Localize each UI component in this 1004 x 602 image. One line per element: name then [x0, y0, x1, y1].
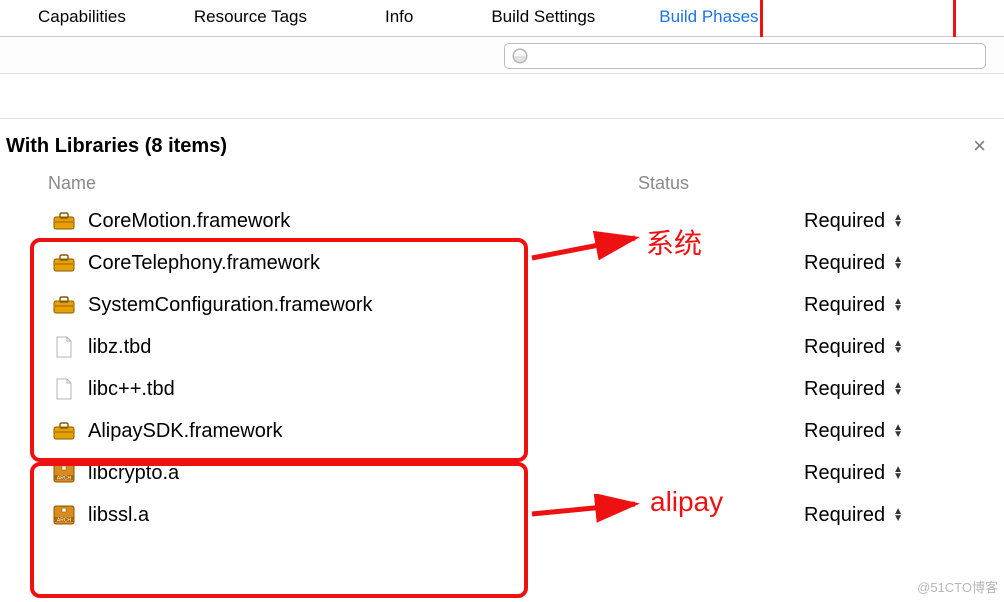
column-status: Status — [638, 173, 689, 194]
library-name: AlipaySDK.framework — [88, 420, 283, 443]
section-gap — [0, 74, 1004, 119]
file-icon — [52, 378, 76, 400]
status-value: Required — [804, 378, 885, 401]
stepper-icon[interactable]: ▲▼ — [893, 382, 903, 396]
section-title: With Libraries (8 items) — [6, 135, 227, 158]
svg-text:ARCH: ARCH — [57, 476, 72, 482]
table-row[interactable]: libc++.tbd Required ▲▼ — [0, 368, 1004, 410]
filter-input[interactable] — [504, 43, 986, 69]
stepper-icon[interactable]: ▲▼ — [893, 256, 903, 270]
watermark: @51CTO博客 — [917, 577, 998, 596]
tab-bar: Capabilities Resource Tags Info Build Se… — [0, 0, 1004, 37]
column-name: Name — [48, 173, 638, 194]
archive-icon: ARCH — [52, 463, 76, 483]
status-value: Required — [804, 210, 885, 233]
filter-icon — [511, 47, 529, 65]
stepper-icon[interactable]: ▲▼ — [893, 340, 903, 354]
status-value: Required — [804, 336, 885, 359]
status-value: Required — [804, 420, 885, 443]
section-header[interactable]: With Libraries (8 items) × — [0, 119, 1004, 173]
status-dropdown[interactable]: Required ▲▼ — [804, 378, 1004, 401]
filter-bar — [0, 37, 1004, 74]
status-dropdown[interactable]: Required ▲▼ — [804, 504, 1004, 527]
library-name: libssl.a — [88, 504, 149, 527]
svg-text:ARCH: ARCH — [57, 518, 72, 524]
library-name: libz.tbd — [88, 336, 151, 359]
stepper-icon[interactable]: ▲▼ — [893, 466, 903, 480]
tab-build-settings[interactable]: Build Settings — [461, 0, 625, 36]
table-row[interactable]: SystemConfiguration.framework Required ▲▼ — [0, 284, 1004, 326]
library-name: SystemConfiguration.framework — [88, 294, 373, 317]
stepper-icon[interactable]: ▲▼ — [893, 508, 903, 522]
table-row[interactable]: ARCH libcrypto.a Required ▲▼ — [0, 452, 1004, 494]
status-value: Required — [804, 504, 885, 527]
tab-capabilities[interactable]: Capabilities — [0, 0, 164, 36]
table-row[interactable]: AlipaySDK.framework Required ▲▼ — [0, 410, 1004, 452]
status-dropdown[interactable]: Required ▲▼ — [804, 336, 1004, 359]
status-dropdown[interactable]: Required ▲▼ — [804, 210, 1004, 233]
toolbox-icon — [52, 296, 76, 314]
status-value: Required — [804, 294, 885, 317]
list-header: Name Status — [0, 173, 1004, 200]
tab-build-phases[interactable]: Build Phases — [625, 0, 792, 36]
toolbox-icon — [52, 254, 76, 272]
file-icon — [52, 336, 76, 358]
library-name: CoreMotion.framework — [88, 210, 290, 233]
tab-info[interactable]: Info — [337, 0, 461, 36]
table-row[interactable]: libz.tbd Required ▲▼ — [0, 326, 1004, 368]
status-dropdown[interactable]: Required ▲▼ — [804, 420, 1004, 443]
status-dropdown[interactable]: Required ▲▼ — [804, 294, 1004, 317]
archive-icon: ARCH — [52, 505, 76, 525]
toolbox-icon — [52, 422, 76, 440]
libraries-list: CoreMotion.frameworkRequired▲▼CoreTeleph… — [0, 200, 1004, 536]
status-dropdown[interactable]: Required ▲▼ — [804, 462, 1004, 485]
stepper-icon[interactable]: ▲▼ — [893, 214, 903, 228]
toolbox-icon — [52, 212, 76, 230]
close-icon[interactable]: × — [973, 133, 986, 159]
status-dropdown[interactable]: Required ▲▼ — [804, 252, 1004, 275]
status-value: Required — [804, 252, 885, 275]
library-name: libcrypto.a — [88, 462, 179, 485]
tab-resource-tags[interactable]: Resource Tags — [164, 0, 337, 36]
status-value: Required — [804, 462, 885, 485]
table-row[interactable]: CoreTelephony.framework Required ▲▼ — [0, 242, 1004, 284]
stepper-icon[interactable]: ▲▼ — [893, 424, 903, 438]
table-row[interactable]: ARCH libssl.a Required ▲▼ — [0, 494, 1004, 536]
stepper-icon[interactable]: ▲▼ — [893, 298, 903, 312]
table-row[interactable]: CoreMotion.framework Required ▲▼ — [0, 200, 1004, 242]
library-name: libc++.tbd — [88, 378, 175, 401]
library-name: CoreTelephony.framework — [88, 252, 320, 275]
